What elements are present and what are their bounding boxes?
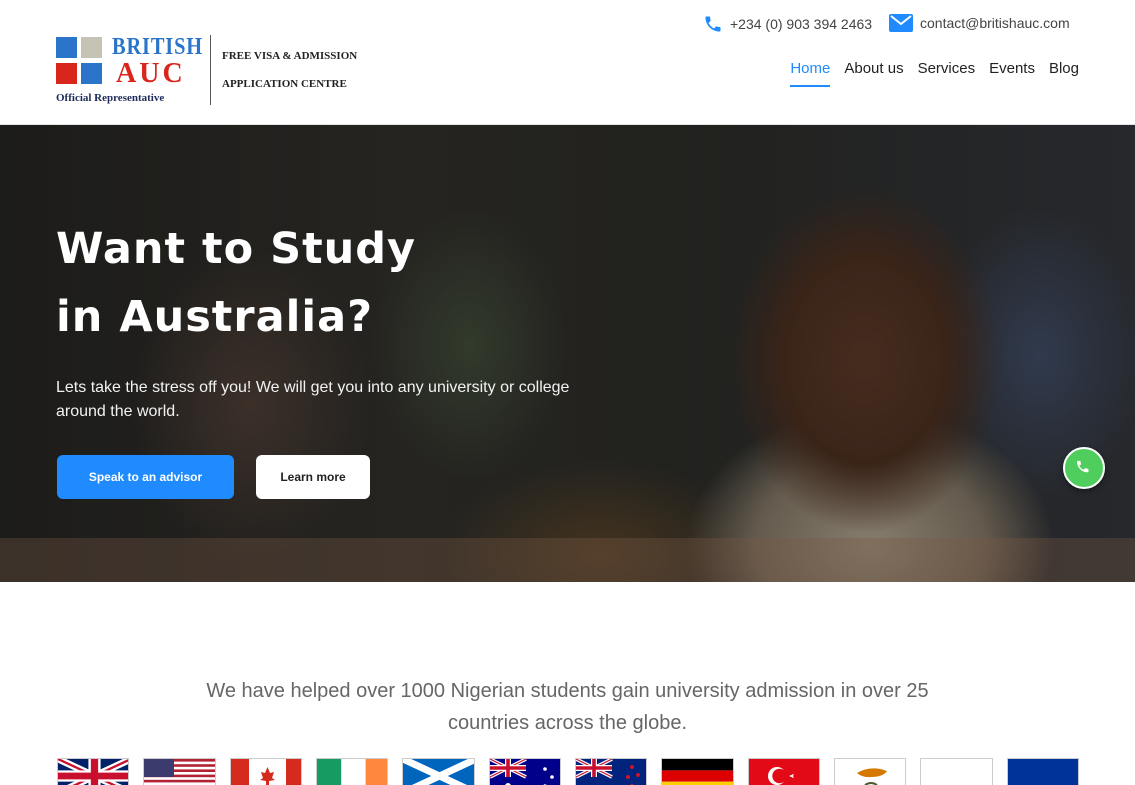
- hero-title-line2: in Australia?: [56, 292, 374, 342]
- phone-icon: [705, 16, 721, 32]
- turkey-flag-icon[interactable]: [747, 758, 820, 785]
- whatsapp-phone-icon: [1077, 460, 1089, 473]
- us-flag-icon[interactable]: [143, 758, 216, 785]
- hero-title-line1: Want to Study: [56, 224, 417, 274]
- scotland-flag-icon[interactable]: [402, 758, 475, 785]
- australia-flag-icon[interactable]: [488, 758, 561, 785]
- stats-line2: countries across the globe.: [447, 712, 688, 734]
- stats-line1: We have helped over 1000 Nigerian studen…: [206, 680, 929, 702]
- brand-logo[interactable]: BRITISH AUC Official Representative: [56, 34, 203, 108]
- phone-number: +234 (0) 903 394 2463: [730, 16, 873, 32]
- tagline-line2: APPLICATION CENTRE: [222, 78, 347, 90]
- email-address: contact@britishauc.com: [920, 15, 1070, 31]
- logo-square-blue-2: [81, 63, 102, 84]
- admission-stats: We have helped over 1000 Nigerian studen…: [0, 675, 1135, 739]
- logo-square-red: [56, 63, 77, 84]
- logo-square-blue: [56, 37, 77, 58]
- main-nav: Home About us Services Events Blog: [790, 60, 1079, 87]
- nav-home[interactable]: Home: [790, 60, 831, 87]
- cyprus-flag-icon[interactable]: [833, 758, 907, 785]
- logo-word-auc: AUC: [116, 58, 186, 89]
- logo-square-grey: [81, 37, 102, 58]
- nav-about-us[interactable]: About us: [844, 60, 903, 87]
- header-divider: [210, 35, 211, 105]
- whatsapp-icon[interactable]: [1063, 447, 1105, 489]
- hero-title: Want to Study in Australia?: [56, 215, 416, 351]
- phone-contact[interactable]: +234 (0) 903 394 2463: [703, 14, 872, 34]
- new-zealand-flag-icon[interactable]: [574, 758, 648, 785]
- hero-banner: Want to Study in Australia? Lets take th…: [0, 125, 1135, 582]
- tagline-line1: FREE VISA & ADMISSION: [222, 50, 358, 62]
- nav-blog[interactable]: Blog: [1049, 60, 1079, 87]
- nav-events[interactable]: Events: [989, 60, 1035, 87]
- germany-flag-icon[interactable]: [661, 758, 734, 785]
- site-header: BRITISH AUC Official Representative FREE…: [0, 0, 1135, 125]
- uk-flag-icon[interactable]: [57, 758, 130, 785]
- mail-icon: [889, 14, 913, 32]
- logo-official-representative: Official Representative: [56, 92, 165, 104]
- nav-services[interactable]: Services: [918, 60, 976, 87]
- logo-word-british: BRITISH: [112, 34, 203, 60]
- eu-flag-icon[interactable]: [1006, 758, 1079, 785]
- hero-subtitle: Lets take the stress off you! We will ge…: [56, 379, 570, 420]
- canada-flag-icon[interactable]: [229, 758, 302, 785]
- blank-flag-icon[interactable]: [920, 758, 993, 785]
- learn-more-button[interactable]: Learn more: [256, 455, 370, 499]
- speak-to-advisor-button[interactable]: Speak to an advisor: [57, 455, 234, 499]
- ireland-flag-icon[interactable]: [315, 758, 389, 785]
- hero-bottom-band: [0, 538, 1135, 582]
- email-contact[interactable]: contact@britishauc.com: [889, 14, 1070, 32]
- country-flags: [57, 758, 1079, 785]
